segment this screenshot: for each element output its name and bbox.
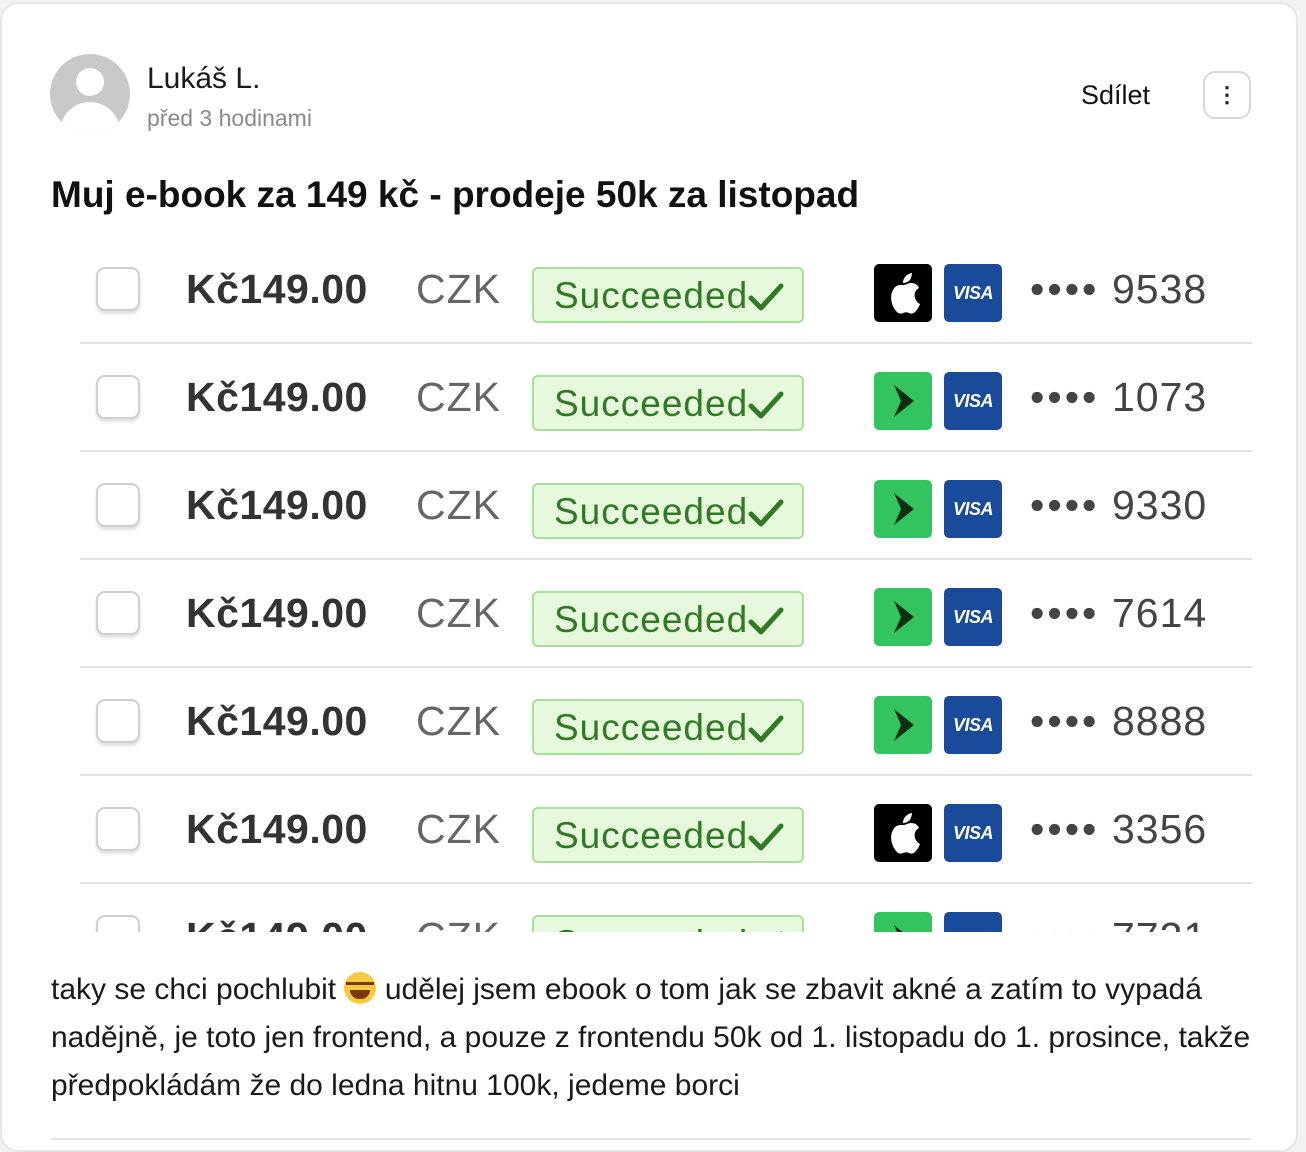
visa-icon: VISA (944, 372, 1002, 430)
currency: CZK (416, 266, 501, 312)
apple-pay-icon (874, 264, 932, 322)
joy-emoji-icon (344, 972, 377, 1004)
card-last4: 1073 (1112, 374, 1208, 420)
currency: CZK (416, 914, 501, 932)
post-card: Lukáš L. před 3 hodinami Sdílet ⋮ Muj e-… (0, 2, 1298, 1152)
payment-row[interactable]: Kč149.00 CZK Succeeded VISA •••• 9330 (80, 452, 1252, 560)
post-body-text-start: taky se chci pochlubit (51, 973, 345, 1006)
more-options-button[interactable]: ⋮ (1203, 71, 1251, 119)
checkmark-icon (748, 283, 784, 311)
checkmark-icon (748, 823, 784, 851)
apple-pay-icon (874, 804, 932, 862)
masked-dots: •••• (1030, 374, 1100, 420)
more-icon: ⋮ (1216, 82, 1238, 107)
amount: Kč149.00 (186, 374, 368, 420)
payment-row[interactable]: Kč149.00 CZK Succeeded VISA •••• 8888 (80, 668, 1252, 776)
status-badge: Succeeded (532, 267, 804, 323)
link-pay-icon (874, 912, 932, 932)
post-title: Muj e-book za 149 kč - prodeje 50k za li… (51, 174, 860, 215)
checkmark-icon (748, 715, 784, 743)
status-badge: Succeeded (532, 591, 804, 647)
masked-dots: •••• (1030, 482, 1100, 528)
status-label: Succeeded (554, 707, 749, 748)
amount: Kč149.00 (186, 266, 368, 312)
masked-dots: •••• (1030, 806, 1100, 852)
currency: CZK (416, 806, 501, 852)
status-badge: Succeeded (532, 483, 804, 539)
link-pay-icon (874, 588, 932, 646)
checkmark-icon (748, 391, 784, 419)
currency: CZK (416, 374, 501, 420)
row-checkbox[interactable] (96, 591, 140, 635)
status-badge: Succeeded (532, 375, 804, 431)
link-pay-icon (874, 480, 932, 538)
visa-icon: VISA (944, 804, 1002, 862)
masked-dots: •••• (1030, 698, 1100, 744)
currency: CZK (416, 698, 501, 744)
card-last4: 9330 (1112, 482, 1208, 528)
status-label: Succeeded (554, 599, 749, 640)
checkmark-icon (748, 607, 784, 635)
payment-row[interactable]: Kč149.00 CZK Succeeded VISA •••• 7614 (80, 560, 1252, 668)
status-label: Succeeded (554, 383, 749, 424)
row-checkbox[interactable] (96, 699, 140, 743)
status-badge: Succeeded (532, 807, 804, 863)
currency: CZK (416, 590, 501, 636)
avatar-head (76, 68, 104, 96)
visa-icon: VISA (944, 912, 1002, 932)
link-pay-icon (874, 372, 932, 430)
card-last4: 3356 (1112, 806, 1208, 852)
checkmark-icon (748, 499, 784, 527)
visa-icon: VISA (944, 264, 1002, 322)
row-checkbox[interactable] (96, 375, 140, 419)
row-checkbox[interactable] (96, 807, 140, 851)
amount: Kč149.00 (186, 698, 368, 744)
amount: Kč149.00 (186, 590, 368, 636)
status-label: Succeeded (554, 275, 749, 316)
payments-screenshot[interactable]: Kč149.00 CZK Succeeded VISA •••• 9538 Kč149.00… (80, 256, 1252, 932)
status-label: Succeeded (554, 923, 748, 932)
post-body: taky se chci pochlubit udělej jsem ebook… (51, 966, 1266, 1110)
visa-icon: VISA (944, 480, 1002, 538)
row-checkbox[interactable] (96, 267, 140, 311)
masked-dots: •••• (1030, 914, 1099, 932)
share-button[interactable]: Sdílet (1081, 80, 1150, 111)
link-pay-icon (874, 696, 932, 754)
post-time: před 3 hodinami (147, 105, 312, 131)
card-last4: 7731 (1112, 914, 1207, 932)
status-badge: Succeeded (532, 699, 804, 755)
masked-dots: •••• (1030, 266, 1100, 312)
visa-icon: VISA (944, 588, 1002, 646)
amount: Kč149.00 (186, 914, 368, 932)
card-last4: 7614 (1112, 590, 1208, 636)
masked-dots: •••• (1030, 590, 1100, 636)
payment-row[interactable]: Kč149.00 CZK Succeeded VISA •••• 3356 (80, 776, 1252, 884)
avatar-body (60, 102, 120, 134)
checkmark-icon (779, 931, 783, 932)
row-checkbox[interactable] (96, 915, 140, 932)
amount: Kč149.00 (186, 806, 368, 852)
currency: CZK (416, 482, 501, 528)
card-last4: 9538 (1112, 266, 1208, 312)
status-badge: Succeeded (532, 915, 804, 932)
status-label: Succeeded (554, 491, 749, 532)
payment-row[interactable]: Kč149.00 CZK Succeeded VISA •••• 7731 (80, 884, 1252, 932)
visa-icon: VISA (944, 696, 1002, 754)
status-label: Succeeded (554, 815, 749, 856)
payment-row[interactable]: Kč149.00 CZK Succeeded VISA •••• 9538 (80, 256, 1252, 344)
avatar[interactable] (50, 54, 130, 134)
divider (51, 1138, 1251, 1140)
row-checkbox[interactable] (96, 483, 140, 527)
amount: Kč149.00 (186, 482, 368, 528)
author-name[interactable]: Lukáš L. (147, 62, 260, 96)
card-last4: 8888 (1112, 698, 1208, 744)
payment-row[interactable]: Kč149.00 CZK Succeeded VISA •••• 1073 (80, 344, 1252, 452)
